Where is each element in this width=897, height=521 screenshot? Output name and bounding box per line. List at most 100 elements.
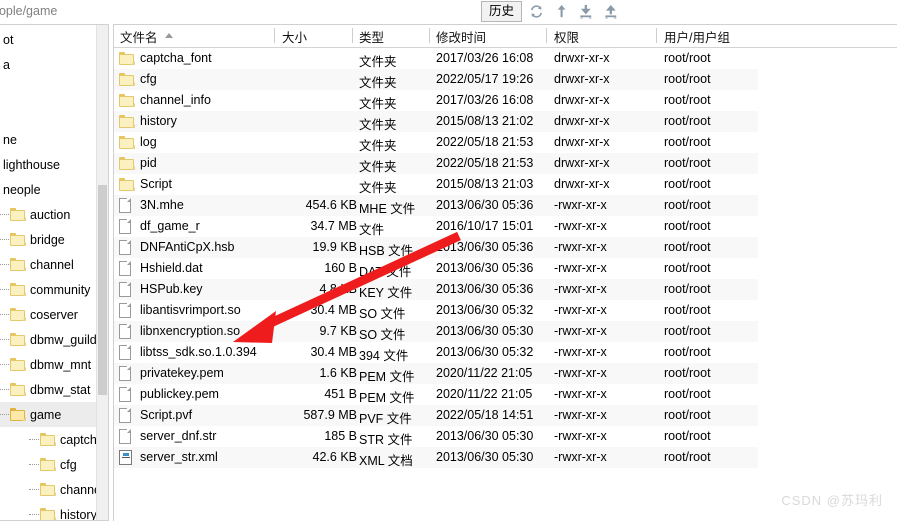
tree-connector — [29, 513, 39, 516]
cell-name: Script.pvf — [140, 408, 193, 422]
column-header-date[interactable]: 修改时间 — [436, 27, 486, 46]
tree-connector — [29, 463, 39, 466]
cell-owner: root/root — [664, 366, 711, 380]
up-arrow-icon[interactable] — [550, 2, 572, 22]
tree-item-channel_[interactable]: channel_ — [0, 477, 108, 502]
cell-date: 2013/06/30 05:30 — [436, 429, 534, 443]
tree-item-blank[interactable] — [0, 102, 107, 127]
column-divider[interactable] — [546, 28, 547, 43]
tree-item-channel[interactable]: channel — [0, 252, 107, 277]
tree-item-community[interactable]: community — [0, 277, 107, 302]
history-button[interactable]: 历史 — [480, 1, 522, 22]
table-row[interactable]: Script 文件夹 2015/08/13 21:03 drwxr-xr-x root/… — [114, 174, 897, 195]
tree-item-a[interactable]: a — [0, 52, 107, 77]
refresh-icon[interactable] — [525, 2, 547, 22]
tree-item-blank[interactable] — [0, 77, 107, 102]
folder-icon — [10, 208, 26, 221]
cell-type: PEM 文件 — [359, 370, 415, 384]
tree-item-ne[interactable]: ne — [0, 127, 107, 152]
tree-item-label: coserver — [30, 307, 78, 322]
tree-item-dbmw_guild[interactable]: dbmw_guild — [0, 327, 107, 352]
cell-size: 1.6 KB — [319, 366, 357, 380]
tree-item-history[interactable]: history — [0, 502, 107, 521]
tree-item-bridge[interactable]: bridge — [0, 227, 107, 252]
column-divider[interactable] — [274, 28, 275, 43]
tree-connector — [0, 388, 9, 391]
folder-icon — [119, 178, 135, 191]
folder-icon — [10, 308, 26, 321]
cell-type: PVF 文件 — [359, 412, 412, 426]
table-row[interactable]: cfg 文件夹 2022/05/17 19:26 drwxr-xr-x root/roo… — [114, 69, 897, 90]
column-header-name[interactable]: 文件名 — [120, 27, 158, 46]
table-row[interactable]: log 文件夹 2022/05/18 21:53 drwxr-xr-x root/roo… — [114, 132, 897, 153]
xml-file-icon — [119, 450, 132, 465]
table-row[interactable]: libantisvrimport.so 30.4 MB SO 文件 2013/06/3… — [114, 300, 897, 321]
table-row[interactable]: libtss_sdk.so.1.0.394 30.4 MB 394 文件 2013/0… — [114, 342, 897, 363]
cell-owner: root/root — [664, 408, 711, 422]
watermark: CSDN @苏玛利 — [781, 493, 883, 508]
cell-name: DNFAntiCpX.hsb — [140, 240, 235, 254]
column-divider[interactable] — [429, 28, 430, 43]
file-icon — [119, 408, 131, 423]
cell-date: 2022/05/18 14:51 — [436, 408, 534, 422]
table-row[interactable]: publickey.pem 451 B PEM 文件 2020/11/22 21:05… — [114, 384, 897, 405]
column-header-size[interactable]: 大小 — [282, 27, 307, 46]
table-row[interactable]: captcha_font 文件夹 2017/03/26 16:08 drwxr-xr-… — [114, 48, 897, 69]
cell-type: SO 文件 — [359, 328, 406, 342]
tree-item-label: history — [60, 507, 97, 521]
cell-perm: -rwxr-xr-x — [554, 219, 607, 233]
sidebar-scrollbar[interactable] — [96, 25, 108, 520]
column-header-perm[interactable]: 权限 — [554, 27, 579, 46]
tree-item-game[interactable]: game — [0, 402, 107, 427]
table-row[interactable]: pid 文件夹 2022/05/18 21:53 drwxr-xr-x root/roo… — [114, 153, 897, 174]
table-row[interactable]: Hshield.dat 160 B DAT 文件 2013/06/30 05:36 -r… — [114, 258, 897, 279]
tree-connector — [29, 438, 39, 441]
table-row[interactable]: channel_info 文件夹 2017/03/26 16:08 drwxr-xr-… — [114, 90, 897, 111]
cell-owner: root/root — [664, 114, 711, 128]
sidebar-scrollbar-thumb[interactable] — [98, 185, 107, 395]
tree-connector — [0, 263, 9, 266]
folder-icon — [40, 483, 56, 496]
file-icon — [119, 429, 131, 444]
column-divider[interactable] — [352, 28, 353, 43]
cell-perm: drwxr-xr-x — [554, 114, 610, 128]
column-header-owner[interactable]: 用户/用户组 — [664, 27, 730, 46]
tree-connector — [0, 238, 9, 241]
column-divider[interactable] — [656, 28, 657, 43]
tree-connector — [0, 213, 9, 216]
tree-item-auction[interactable]: auction — [0, 202, 107, 227]
column-header-type[interactable]: 类型 — [359, 27, 384, 46]
file-list-rows: captcha_font 文件夹 2017/03/26 16:08 drwxr-xr-… — [114, 48, 897, 468]
table-row[interactable]: 3N.mhe 454.6 KB MHE 文件 2013/06/30 05:36 -rwx… — [114, 195, 897, 216]
table-row[interactable]: libnxencryption.so 9.7 KB SO 文件 2013/06/30 … — [114, 321, 897, 342]
table-row[interactable]: history 文件夹 2015/08/13 21:02 drwxr-xr-x root… — [114, 111, 897, 132]
table-row[interactable]: df_game_r 34.7 MB 文件 2016/10/17 15:01 -rwxr-… — [114, 216, 897, 237]
cell-owner: root/root — [664, 261, 711, 275]
download-icon[interactable] — [575, 2, 597, 22]
cell-type: 文件夹 — [359, 118, 397, 132]
table-row[interactable]: server_dnf.str 185 B STR 文件 2013/06/30 05:3… — [114, 426, 897, 447]
table-row[interactable]: server_str.xml 42.6 KB XML 文档 2013/06/30 05… — [114, 447, 897, 468]
tree-item-coserver[interactable]: coserver — [0, 302, 107, 327]
cell-type: DAT 文件 — [359, 265, 412, 279]
tree-item-cfg[interactable]: cfg — [0, 452, 107, 477]
cell-size: 34.7 MB — [310, 219, 357, 233]
tree-item-ot[interactable]: ot — [0, 27, 107, 52]
tree-item-dbmw_mnt[interactable]: dbmw_mnt — [0, 352, 107, 377]
cell-date: 2013/06/30 05:36 — [436, 198, 534, 212]
cell-name: libnxencryption.so — [140, 324, 241, 338]
cell-size: 19.9 KB — [312, 240, 357, 254]
tree-item-dbmw_stat[interactable]: dbmw_stat — [0, 377, 107, 402]
table-row[interactable]: Script.pvf 587.9 MB PVF 文件 2022/05/18 14:51… — [114, 405, 897, 426]
file-icon — [119, 198, 131, 213]
table-row[interactable]: HSPub.key 4.8 KB KEY 文件 2013/06/30 05:36 -rw… — [114, 279, 897, 300]
cell-owner: root/root — [664, 72, 711, 86]
upload-icon[interactable] — [600, 2, 622, 22]
tree-item-lighthouse[interactable]: lighthouse — [0, 152, 107, 177]
cell-size: 454.6 KB — [305, 198, 357, 212]
cell-perm: drwxr-xr-x — [554, 156, 610, 170]
tree-item-captcha_[interactable]: captcha_ — [0, 427, 108, 452]
table-row[interactable]: privatekey.pem 1.6 KB PEM 文件 2020/11/22 21:… — [114, 363, 897, 384]
table-row[interactable]: DNFAntiCpX.hsb 19.9 KB HSB 文件 2013/06/30 05… — [114, 237, 897, 258]
tree-item-neople[interactable]: neople — [0, 177, 107, 202]
